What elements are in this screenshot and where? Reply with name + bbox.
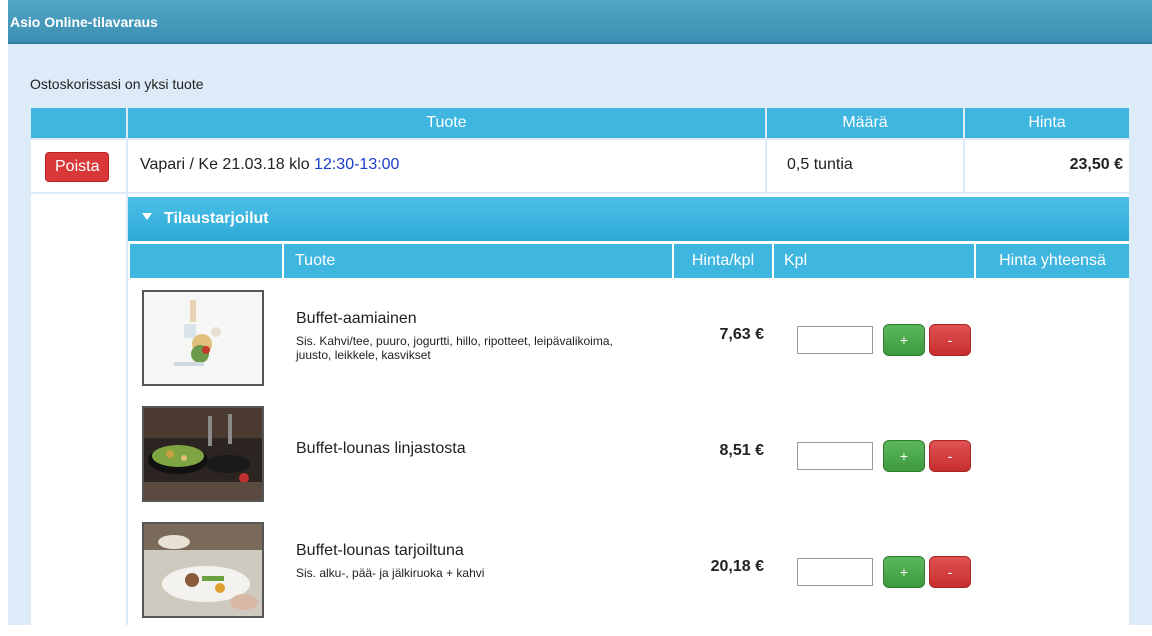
left-column bbox=[31, 194, 126, 625]
product-image bbox=[142, 522, 264, 618]
cart-row-product-cell: Vapari / Ke 21.03.18 klo 12:30-13:00 bbox=[128, 140, 765, 192]
item-unit-price: 8,51 € bbox=[719, 442, 764, 459]
cart-row-price-cell: 23,50 € bbox=[965, 140, 1129, 192]
cart-row-time: 12:30-13:00 bbox=[314, 156, 400, 173]
item-count-input[interactable] bbox=[797, 326, 873, 354]
item-name: Buffet-lounas tarjoiltuna bbox=[296, 542, 464, 559]
cart-row-price: 23,50 € bbox=[1069, 156, 1123, 173]
item-unit-price: 7,63 € bbox=[719, 326, 764, 343]
decrement-button[interactable]: - bbox=[929, 556, 971, 588]
cart-row-action-cell: Poista bbox=[31, 140, 126, 192]
item-name: Buffet-lounas linjastosta bbox=[296, 440, 466, 457]
catering-header-count: Kpl bbox=[774, 244, 974, 278]
increment-button[interactable]: + bbox=[883, 440, 925, 472]
item-description: Sis. Kahvi/tee, puuro, jogurtti, hillo, … bbox=[296, 334, 613, 362]
cart-message: Ostoskorissasi on yksi tuote bbox=[30, 76, 204, 92]
item-count-input[interactable] bbox=[797, 558, 873, 586]
catering-section: Tilaustarjoilut Tuote Hinta/kpl Kpl Hint… bbox=[128, 194, 1129, 625]
catering-item: Buffet-aamiainen Sis. Kahvi/tee, puuro, … bbox=[128, 288, 1129, 404]
cart-row-product: Vapari / Ke 21.03.18 klo 12:30-13:00 bbox=[140, 156, 399, 174]
product-image bbox=[142, 406, 264, 502]
decrement-button[interactable]: - bbox=[929, 440, 971, 472]
catering-header-unit-price: Hinta/kpl bbox=[674, 244, 772, 278]
decrement-button[interactable]: - bbox=[929, 324, 971, 356]
remove-button[interactable]: Poista bbox=[45, 152, 110, 182]
cart-row-quantity: 0,5 tuntia bbox=[787, 156, 853, 173]
cart-header-action bbox=[31, 108, 126, 138]
item-description: Sis. alku-, pää- ja jälkiruoka + kahvi bbox=[296, 566, 485, 580]
cart-row-quantity-cell: 0,5 tuntia bbox=[767, 140, 963, 192]
caret-down-icon bbox=[142, 213, 152, 221]
item-name: Buffet-aamiainen bbox=[296, 310, 417, 327]
catering-header-image bbox=[130, 244, 282, 278]
item-count-input[interactable] bbox=[797, 442, 873, 470]
catering-header-total: Hinta yhteensä bbox=[976, 244, 1129, 278]
increment-button[interactable]: + bbox=[883, 324, 925, 356]
catering-title: Tilaustarjoilut bbox=[164, 210, 269, 227]
cart-row-product-text: Vapari / Ke 21.03.18 klo bbox=[140, 156, 315, 173]
window-title: Asio Online-tilavaraus bbox=[8, 0, 1152, 44]
product-image bbox=[142, 290, 264, 386]
item-unit-price: 20,18 € bbox=[710, 558, 764, 575]
increment-button[interactable]: + bbox=[883, 556, 925, 588]
catering-section-header[interactable]: Tilaustarjoilut bbox=[128, 197, 1129, 241]
cart-header-quantity: Määrä bbox=[767, 108, 963, 138]
catering-header-product: Tuote bbox=[284, 244, 672, 278]
cart-header-product: Tuote bbox=[128, 108, 765, 138]
cart-header-price: Hinta bbox=[965, 108, 1129, 138]
catering-item: Buffet-lounas tarjoiltuna Sis. alku-, pä… bbox=[128, 520, 1129, 636]
app-frame: Asio Online-tilavaraus Ostoskorissasi on… bbox=[8, 0, 1152, 625]
catering-item: Buffet-lounas linjastosta 8,51 € + - bbox=[128, 404, 1129, 520]
